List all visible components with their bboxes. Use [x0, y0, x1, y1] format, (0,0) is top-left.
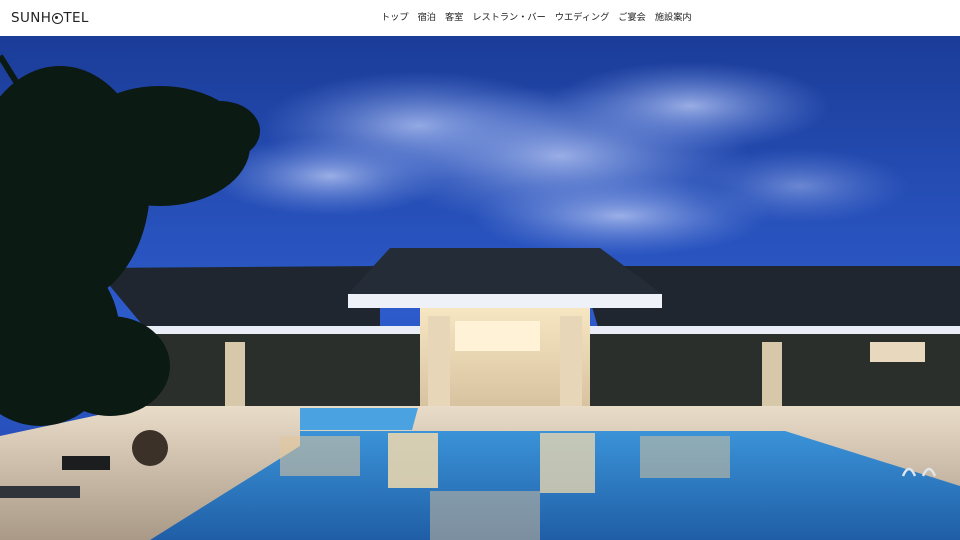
logo-text-prefix: SUNH [11, 10, 52, 26]
nav-item-wedding[interactable]: ウエディング [555, 11, 609, 25]
site-header: SUNH TEL トップ 宿泊 客室 レストラン・バー ウエディング ご宴会 施設… [0, 0, 960, 36]
nav-item-banquet[interactable]: ご宴会 [618, 11, 646, 25]
logo-sun-icon [51, 12, 63, 24]
logo-text-suffix: TEL [63, 10, 89, 26]
nav-item-top[interactable]: トップ [381, 11, 409, 25]
nav-item-facilities[interactable]: 施設案内 [655, 11, 692, 25]
nav-item-rooms[interactable]: 客室 [445, 11, 463, 25]
hero-photo-illustration [0, 36, 960, 540]
nav-item-stay[interactable]: 宿泊 [418, 11, 436, 25]
site-logo[interactable]: SUNH TEL [11, 9, 89, 27]
hero-image [0, 36, 960, 540]
nav-item-restaurant-bar[interactable]: レストラン・バー [472, 11, 546, 25]
global-nav: トップ 宿泊 客室 レストラン・バー ウエディング ご宴会 施設案内 [381, 11, 692, 25]
